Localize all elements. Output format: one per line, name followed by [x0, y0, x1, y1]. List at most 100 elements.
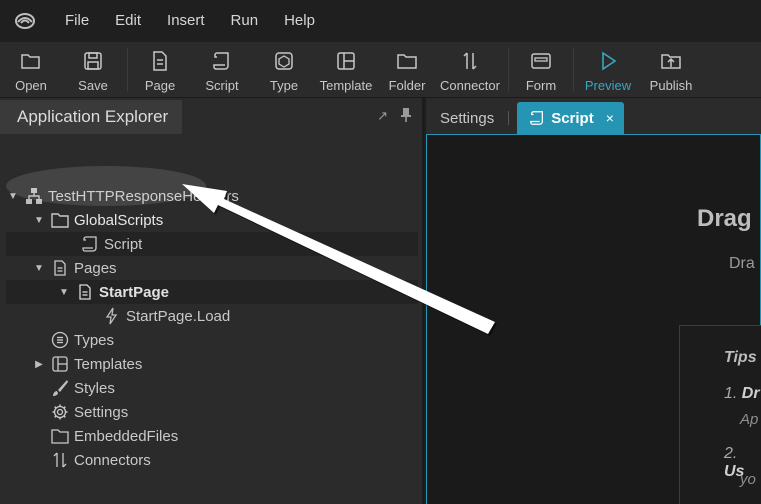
tab-divider [508, 111, 510, 125]
preview-button[interactable]: Preview [577, 42, 639, 97]
chevron-down-icon[interactable]: ▼ [32, 215, 46, 226]
scroll-icon [530, 111, 544, 125]
explorer-tree: ▼ TestHTTPResponseHeaders ▼ GlobalScript… [0, 134, 422, 469]
lightning-icon [102, 306, 122, 326]
panel-title: Application Explorer [0, 100, 183, 134]
tips-title: Tips [724, 349, 757, 366]
tree-item-label: Templates [74, 355, 143, 373]
sitemap-icon [24, 186, 44, 206]
tip-1: 1. Dr [724, 385, 760, 403]
editor-content: Drag Dra Tips 1. Dr Ap 2. Us yo [426, 134, 761, 504]
pages-icon [50, 258, 70, 278]
script-button[interactable]: Script [189, 42, 255, 97]
menu-help[interactable]: Help [271, 0, 328, 42]
toolbar-divider [127, 48, 128, 91]
connector-button[interactable]: Connector [435, 42, 505, 97]
type-label: Type [269, 78, 299, 93]
tree-item-label: TestHTTPResponseHeaders [48, 187, 239, 205]
chevron-down-icon[interactable]: ▼ [57, 287, 71, 298]
close-icon[interactable]: × [606, 110, 614, 126]
tree-item-connectors[interactable]: Connectors [46, 448, 151, 472]
tab-script[interactable]: Script × [517, 102, 624, 134]
editor-tabs: Settings Script × [426, 98, 761, 134]
tip-2-detail: yo [740, 471, 756, 488]
layout-icon [337, 52, 355, 70]
tip-1-number: 1. [724, 385, 738, 402]
toolbar-divider [508, 48, 509, 91]
tip-2-number: 2. [724, 445, 738, 462]
template-button[interactable]: Template [313, 42, 379, 97]
script-label: Script [205, 78, 239, 93]
editor-area: Settings Script × Drag Dra Tips 1. Dr Ap… [426, 98, 761, 504]
floppy-icon [84, 52, 102, 70]
page-icon [153, 51, 167, 71]
panel-actions: ↗ [377, 107, 422, 125]
toolbar-divider [573, 48, 574, 91]
tree-item-project[interactable]: ▼ TestHTTPResponseHeaders [6, 184, 239, 208]
gear-icon [50, 402, 70, 422]
chevron-right-icon[interactable]: ▶ [32, 359, 46, 370]
app-logo-icon [12, 8, 38, 34]
page-button[interactable]: Page [131, 42, 189, 97]
open-button[interactable]: Open [0, 42, 62, 97]
list-circle-icon [50, 330, 70, 350]
layout-icon [50, 354, 70, 374]
tree-item-settings[interactable]: Settings [46, 400, 128, 424]
float-panel-icon[interactable]: ↗ [377, 108, 388, 125]
tree-item-label: StartPage [99, 283, 170, 301]
tree-item-label: Script [104, 235, 143, 253]
tree-item-startpage[interactable]: ▼ StartPage [6, 280, 418, 304]
pin-icon[interactable] [400, 107, 412, 125]
tree-item-templates[interactable]: ▶ Templates [32, 352, 142, 376]
menu-run[interactable]: Run [218, 0, 272, 42]
tree-item-label: Pages [74, 259, 117, 277]
tree-item-label: Types [74, 331, 115, 349]
tip-1-bold: Dr [741, 385, 760, 402]
menu-file[interactable]: File [52, 0, 102, 42]
folder-label: Folder [388, 78, 426, 93]
application-explorer-panel: Application Explorer ↗ ▼ TestHTTPRespons… [0, 98, 424, 504]
menu-bar: File Edit Insert Run Help [0, 0, 761, 42]
page-icon [75, 282, 95, 302]
tree-item-embeddedfiles[interactable]: EmbeddedFiles [46, 424, 178, 448]
publish-label: Publish [649, 78, 693, 93]
chevron-down-icon[interactable]: ▼ [6, 191, 20, 202]
menu-insert[interactable]: Insert [154, 0, 218, 42]
connector-label: Connector [440, 78, 500, 93]
tip-1-detail: Ap [740, 411, 759, 428]
preview-label: Preview [584, 78, 632, 93]
tree-item-types[interactable]: Types [46, 328, 114, 352]
tree-item-label: Styles [74, 379, 115, 397]
publish-button[interactable]: Publish [639, 42, 703, 97]
tab-settings[interactable]: Settings [426, 102, 508, 134]
menu-edit[interactable]: Edit [102, 0, 154, 42]
tree-item-globalscripts[interactable]: ▼ GlobalScripts [32, 208, 163, 232]
chevron-down-icon[interactable]: ▼ [32, 263, 46, 274]
folder-button[interactable]: Folder [379, 42, 435, 97]
panel-header: Application Explorer ↗ [0, 98, 422, 134]
tree-item-pages[interactable]: ▼ Pages [32, 256, 117, 280]
tree-item-styles[interactable]: Styles [46, 376, 115, 400]
folder-open-icon [21, 54, 40, 69]
page-label: Page [144, 78, 176, 93]
form-button[interactable]: Form [512, 42, 570, 97]
tree-item-label: Settings [74, 403, 129, 421]
save-button[interactable]: Save [62, 42, 124, 97]
save-label: Save [78, 78, 108, 93]
tree-item-script[interactable]: Script [6, 232, 418, 256]
publish-icon [661, 54, 681, 69]
tree-item-startpage-load[interactable]: StartPage.Load [98, 304, 230, 328]
tab-label: Script [551, 109, 594, 127]
brush-icon [50, 378, 70, 398]
type-button[interactable]: Type [255, 42, 313, 97]
tree-item-label: GlobalScripts [74, 211, 164, 229]
play-icon [602, 51, 617, 71]
folder-icon [50, 210, 70, 230]
welcome-subheading: Dra [729, 255, 755, 272]
toolbar: Open Save Page Script Type Template Fold… [0, 42, 761, 98]
scroll-icon [80, 234, 100, 254]
scroll-icon [213, 52, 229, 70]
tab-label: Settings [440, 109, 495, 127]
tree-item-label: EmbeddedFiles [74, 427, 179, 445]
tree-item-label: StartPage.Load [126, 307, 231, 325]
